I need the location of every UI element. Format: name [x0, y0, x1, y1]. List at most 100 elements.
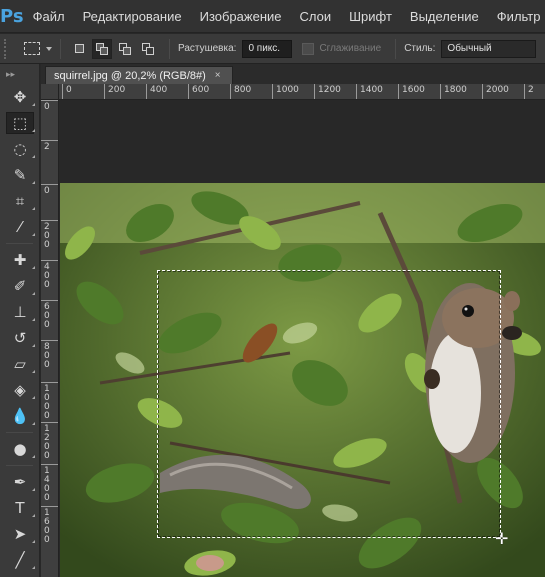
vertical-ruler[interactable]: 0 2 0 2 0 0 4 0 0 6 0 0 8 0 0 1 0 0 0 1 2 0 0 1 4…	[41, 100, 59, 577]
paint-bucket-tool-icon: ◈	[14, 381, 26, 399]
move-tool-button[interactable]: ✥	[0, 84, 40, 110]
ruler-tick: 1 4 0 0	[41, 464, 58, 503]
menu-edit[interactable]: Редактирование	[74, 9, 191, 24]
ruler-tick-label: 400	[150, 85, 168, 95]
ruler-tick-label: 1 2 0 0	[44, 424, 50, 461]
divider	[169, 38, 170, 59]
tool-divider	[6, 432, 33, 433]
eyedropper-tool-button[interactable]: ⁄	[0, 214, 40, 240]
crosshair-cursor-icon: ✛	[495, 529, 509, 548]
tool-flyout-indicator	[32, 344, 35, 347]
menu-layer[interactable]: Слои	[291, 9, 341, 24]
tool-preset-picker[interactable]	[24, 42, 52, 55]
move-tool-icon: ✥	[13, 88, 27, 106]
ruler-tick-label: 1 4 0 0	[44, 466, 50, 503]
tool-flyout-indicator	[32, 155, 35, 158]
crop-tool-button[interactable]: ⌗	[0, 188, 40, 214]
tool-flyout-indicator	[32, 103, 35, 106]
history-brush-tool-button[interactable]: ↺	[0, 325, 40, 351]
ruler-tick: 2 0 0	[41, 220, 58, 250]
menu-type[interactable]: Шрифт	[340, 9, 401, 24]
ruler-tick: 8 0 0	[41, 340, 58, 370]
menu-file[interactable]: Файл	[24, 9, 74, 24]
ruler-tick: 0	[41, 100, 58, 112]
chevron-down-icon	[46, 46, 52, 51]
ruler-tick-label: 0	[44, 102, 50, 112]
tool-flyout-indicator	[32, 455, 35, 458]
ruler-tick: 600	[188, 84, 209, 99]
menu-select[interactable]: Выделение	[401, 9, 488, 24]
new-selection-button[interactable]	[69, 39, 89, 59]
ruler-tick: 1400	[356, 84, 383, 99]
dodge-tool-button[interactable]: ●	[0, 436, 40, 462]
close-icon[interactable]: ×	[215, 70, 221, 81]
add-selection-icon	[96, 42, 108, 55]
type-tool-button[interactable]: T	[0, 495, 40, 521]
path-select-tool-icon: ➤	[13, 525, 27, 543]
ruler-tick-label: 2 0 0	[44, 222, 50, 250]
tool-flyout-indicator	[32, 540, 35, 543]
tools-panel-header[interactable]: ▸▸	[0, 64, 39, 84]
options-bar-grip[interactable]	[4, 38, 10, 59]
ruler-tick: 1600	[398, 84, 425, 99]
ruler-tick-label: 1000	[276, 85, 299, 95]
brush-tool-button[interactable]: ✐	[0, 273, 40, 299]
tool-flyout-indicator	[32, 396, 35, 399]
pen-tool-button[interactable]: ✒	[0, 469, 40, 495]
rect-marquee-tool-icon: ⬚	[6, 112, 34, 134]
subtract-selection-button[interactable]	[115, 39, 135, 59]
ruler-tick-label: 0	[66, 85, 72, 95]
document-tab[interactable]: squirrel.jpg @ 20,2% (RGB/8#) ×	[45, 66, 233, 84]
tool-flyout-indicator	[32, 488, 35, 491]
ruler-tick: 2	[524, 84, 534, 99]
antialias-checkbox[interactable]	[302, 42, 315, 55]
tool-divider	[6, 243, 33, 244]
tool-divider	[6, 465, 33, 466]
tool-flyout-indicator	[32, 207, 35, 210]
eraser-tool-button[interactable]: ▱	[0, 351, 40, 377]
ruler-tick: 4 0 0	[41, 260, 58, 290]
path-select-tool-button[interactable]: ➤	[0, 521, 40, 547]
tool-flyout-indicator	[32, 129, 35, 132]
ruler-tick-label: 6 0 0	[44, 302, 50, 330]
lasso-tool-button[interactable]: ◌	[0, 136, 40, 162]
ruler-tick-label: 800	[234, 85, 252, 95]
ruler-tick-label: 4 0 0	[44, 262, 50, 290]
ruler-origin[interactable]	[41, 84, 59, 100]
ruler-tick: 2	[41, 140, 58, 152]
healing-brush-tool-icon: ✚	[13, 251, 27, 269]
style-select[interactable]: Обычный	[441, 39, 537, 58]
quick-select-tool-icon: ✎	[13, 166, 27, 184]
quick-select-tool-button[interactable]: ✎	[0, 162, 40, 188]
blur-tool-button[interactable]: 💧	[0, 403, 40, 429]
line-tool-button[interactable]: ╱	[0, 547, 40, 573]
menu-image[interactable]: Изображение	[191, 9, 291, 24]
marquee-selection[interactable]	[157, 270, 501, 538]
tool-flyout-indicator	[32, 233, 35, 236]
tool-flyout-indicator	[32, 266, 35, 269]
paint-bucket-tool-button[interactable]: ◈	[0, 377, 40, 403]
intersect-selection-button[interactable]	[138, 39, 158, 59]
feather-label: Растушевка:	[178, 43, 237, 54]
menu-filter[interactable]: Фильтр	[488, 9, 545, 24]
style-label: Стиль:	[404, 43, 436, 54]
tool-flyout-indicator	[32, 422, 35, 425]
add-to-selection-button[interactable]	[92, 38, 112, 59]
blur-tool-icon: 💧	[10, 407, 30, 425]
rect-marquee-tool-button[interactable]: ⬚	[0, 110, 40, 136]
ruler-tick-label: 1 0 0 0	[44, 384, 50, 421]
history-brush-tool-icon: ↺	[13, 329, 27, 347]
ruler-tick: 1000	[272, 84, 299, 99]
horizontal-ruler[interactable]: 0 200 400 600 800 1000 1200 1400 1600 1800 2000 2	[59, 84, 545, 100]
line-tool-icon: ╱	[15, 551, 25, 569]
feather-input[interactable]: 0 пикс.	[242, 39, 293, 58]
pasteboard[interactable]: ✛	[59, 100, 545, 577]
options-bar: Растушевка: 0 пикс. Сглаживание Стиль: О…	[0, 34, 545, 64]
healing-brush-tool-button[interactable]: ✚	[0, 247, 40, 273]
ruler-tick-label: 1400	[360, 85, 383, 95]
ruler-tick: 0	[41, 184, 58, 196]
clone-stamp-tool-button[interactable]: ⊥	[0, 299, 40, 325]
ruler-tick-label: 2	[528, 85, 534, 95]
ruler-tick: 1 0 0 0	[41, 382, 58, 421]
menu-bar: Ps Файл Редактирование Изображение Слои …	[0, 0, 545, 33]
